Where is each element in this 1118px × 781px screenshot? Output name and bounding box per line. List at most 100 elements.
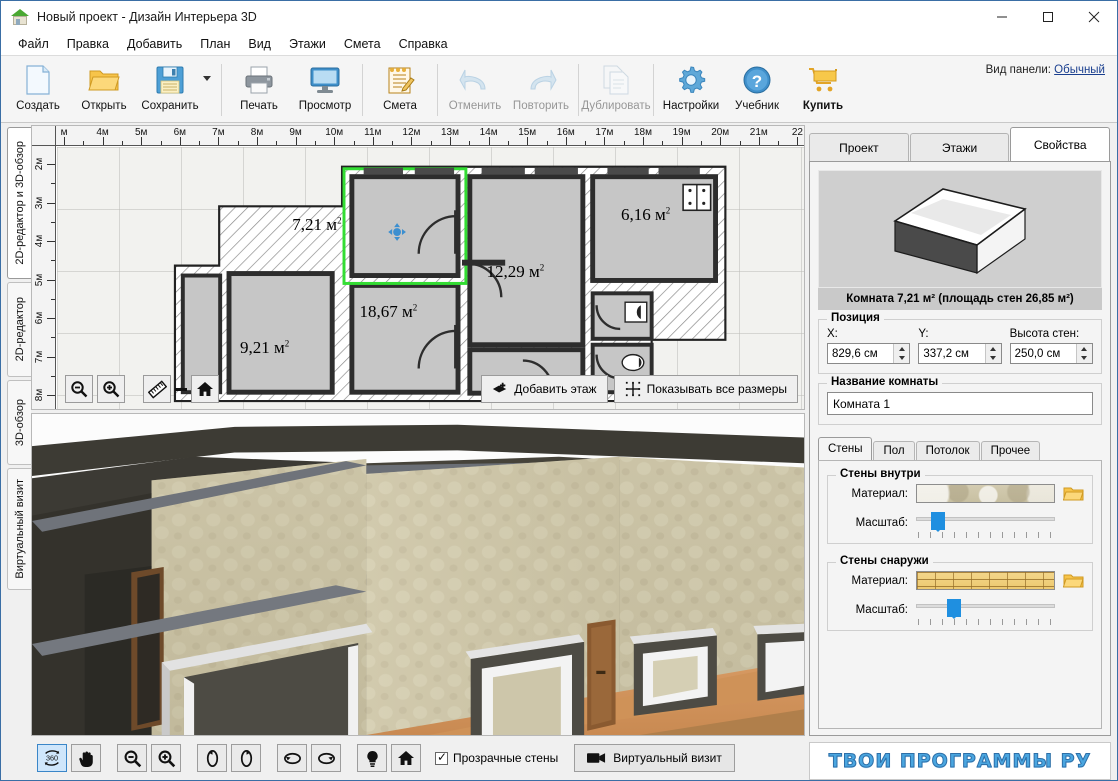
menu-item-add[interactable]: Добавить bbox=[118, 35, 191, 53]
toolbar-button-save[interactable]: Сохранить bbox=[137, 58, 203, 122]
view3d-zoom-in-button[interactable] bbox=[151, 744, 181, 772]
vertical-ruler[interactable]: 2м 3м 4м 5м 6м 7м 8м bbox=[32, 146, 56, 409]
floor-plan-drawing[interactable] bbox=[57, 147, 804, 409]
tilt-down-button[interactable] bbox=[311, 744, 341, 772]
menu-item-estimate[interactable]: Смета bbox=[335, 35, 390, 53]
ruler-minor-tick bbox=[392, 141, 394, 145]
right-panel-tabs: Проект Этажи Свойства bbox=[809, 127, 1111, 161]
y-input[interactable] bbox=[919, 344, 985, 363]
plan-2d-panel: м 4м 5м 6м 7м 8м 9м 10м 11м 12м 13м 14м 15м 16м 17м 18м… bbox=[31, 125, 805, 410]
slider-thumb[interactable] bbox=[946, 599, 961, 619]
lighting-button[interactable] bbox=[357, 744, 387, 772]
close-button[interactable] bbox=[1071, 1, 1117, 33]
room-3d-preview bbox=[818, 170, 1102, 288]
tab-properties[interactable]: Свойства bbox=[1010, 127, 1111, 161]
room-name-input[interactable] bbox=[827, 392, 1093, 415]
x-spin-buttons[interactable] bbox=[893, 344, 910, 363]
show-all-dimensions-button[interactable]: Показывать все размеры bbox=[613, 375, 798, 403]
position-group-title: Позиция bbox=[827, 312, 884, 324]
menu-item-floors[interactable]: Этажи bbox=[280, 35, 335, 53]
rotate-left-button[interactable] bbox=[197, 744, 227, 772]
menu-item-help[interactable]: Справка bbox=[390, 35, 457, 53]
toolbar-button-preview[interactable]: Просмотр bbox=[292, 58, 358, 122]
toolbar-button-new[interactable]: Создать bbox=[5, 58, 71, 122]
tab-ceiling[interactable]: Потолок bbox=[915, 441, 980, 460]
inner-material-swatch[interactable] bbox=[916, 484, 1055, 503]
toolbar-button-duplicate[interactable]: Дублировать bbox=[581, 58, 651, 122]
tab-floors[interactable]: Этажи bbox=[909, 133, 1010, 161]
room-area-label: 12,29 м2 bbox=[487, 262, 545, 282]
toolbar-button-buy[interactable]: Купить bbox=[790, 58, 856, 122]
toolbar-button-settings[interactable]: Настройки bbox=[658, 58, 724, 122]
x-spinner[interactable] bbox=[827, 343, 911, 364]
plan-measure-button[interactable] bbox=[143, 375, 171, 403]
transparent-walls-checkbox[interactable]: Прозрачные стены bbox=[435, 750, 558, 765]
wall-height-input[interactable] bbox=[1010, 344, 1076, 363]
sidebar-tab-virtual-visit[interactable]: Виртуальный визит bbox=[7, 468, 31, 590]
panel-view-link[interactable]: Обычный bbox=[1054, 64, 1105, 76]
slider-thumb[interactable] bbox=[931, 512, 946, 532]
menu-item-view[interactable]: Вид bbox=[239, 35, 280, 53]
ruler-tick bbox=[141, 137, 143, 145]
rotate-right-button[interactable] bbox=[231, 744, 261, 772]
outer-walls-group: Стены снаружи Материал: Масштаб: bbox=[827, 555, 1093, 631]
toolbar-button-print[interactable]: Печать bbox=[226, 58, 292, 122]
checkbox-box[interactable] bbox=[435, 750, 448, 765]
ruler-tick bbox=[47, 202, 55, 204]
sidebar-tab-3d[interactable]: 3D-обзор bbox=[7, 380, 31, 465]
plan-canvas[interactable]: 7,21 м2 18,67 м2 9,21 м2 12,29 м2 6,16 м… bbox=[57, 147, 804, 409]
toolbar-label: Дублировать bbox=[581, 100, 651, 112]
y-spin-buttons[interactable] bbox=[984, 344, 1001, 363]
plan-home-button[interactable] bbox=[191, 375, 219, 403]
view-3d-toolbar: 360 ✓ Прозрачные стены Виртуальный визит bbox=[31, 736, 805, 780]
sidebar-tab-2d[interactable]: 2D-редактор bbox=[7, 282, 31, 377]
pan-button[interactable] bbox=[71, 744, 101, 772]
toolbar-button-open[interactable]: Открыть bbox=[71, 58, 137, 122]
plan-zoom-out-button[interactable] bbox=[65, 375, 93, 403]
ruler-tick bbox=[488, 137, 490, 145]
horizontal-ruler[interactable]: м 4м 5м 6м 7м 8м 9м 10м 11м 12м 13м 14м 15м 16м 17м 18м… bbox=[56, 126, 804, 146]
view-3d-panel[interactable] bbox=[31, 413, 805, 736]
tab-walls[interactable]: Стены bbox=[818, 437, 873, 460]
folder-open-icon[interactable] bbox=[1062, 572, 1084, 589]
plan-zoom-in-button[interactable] bbox=[97, 375, 125, 403]
save-dropdown-button[interactable] bbox=[203, 58, 217, 122]
menu-item-edit[interactable]: Правка bbox=[58, 35, 118, 53]
y-spinner[interactable] bbox=[918, 343, 1002, 364]
toolbar-button-undo[interactable]: Отменить bbox=[442, 58, 508, 122]
wall-height-spin-buttons[interactable] bbox=[1075, 344, 1092, 363]
y-spin-down[interactable] bbox=[985, 353, 1001, 363]
virtual-visit-button[interactable]: Виртуальный визит bbox=[574, 744, 735, 772]
maximize-button[interactable] bbox=[1025, 1, 1071, 33]
menu-item-plan[interactable]: План bbox=[191, 35, 239, 53]
view-3d-canvas[interactable] bbox=[32, 414, 804, 735]
tab-other[interactable]: Прочее bbox=[980, 441, 1041, 460]
tilt-up-button[interactable] bbox=[277, 744, 307, 772]
x-spin-up[interactable] bbox=[894, 344, 910, 354]
view3d-zoom-out-button[interactable] bbox=[117, 744, 147, 772]
room-area-unit-sup: 2 bbox=[284, 338, 290, 349]
toolbar-button-estimate[interactable]: Смета bbox=[367, 58, 433, 122]
sidebar-tab-2d-3d[interactable]: 2D-редактор и 3D-обзор bbox=[7, 127, 31, 279]
menu-item-file[interactable]: Файл bbox=[9, 35, 58, 53]
inner-scale-slider[interactable] bbox=[916, 512, 1055, 538]
ruler-minor-tick bbox=[121, 141, 123, 145]
x-spin-down[interactable] bbox=[894, 353, 910, 363]
add-floor-button[interactable]: Добавить этаж bbox=[481, 375, 608, 403]
toolbar-button-tutorial[interactable]: ? Учебник bbox=[724, 58, 790, 122]
wall-height-spinner[interactable] bbox=[1009, 343, 1093, 364]
toolbar-label: Создать bbox=[16, 100, 60, 112]
wall-height-spin-down[interactable] bbox=[1076, 353, 1092, 363]
outer-scale-slider[interactable] bbox=[916, 599, 1055, 625]
outer-material-swatch[interactable] bbox=[916, 571, 1055, 590]
tab-project[interactable]: Проект bbox=[809, 133, 909, 161]
tab-floor[interactable]: Пол bbox=[873, 441, 915, 460]
x-input[interactable] bbox=[828, 344, 894, 363]
toolbar-button-redo[interactable]: Повторить bbox=[508, 58, 574, 122]
y-spin-up[interactable] bbox=[985, 344, 1001, 354]
view3d-home-button[interactable] bbox=[391, 744, 421, 772]
wall-height-spin-up[interactable] bbox=[1076, 344, 1092, 354]
minimize-button[interactable] bbox=[979, 1, 1025, 33]
orbit-360-button[interactable]: 360 bbox=[37, 744, 67, 772]
folder-open-icon[interactable] bbox=[1062, 485, 1084, 502]
